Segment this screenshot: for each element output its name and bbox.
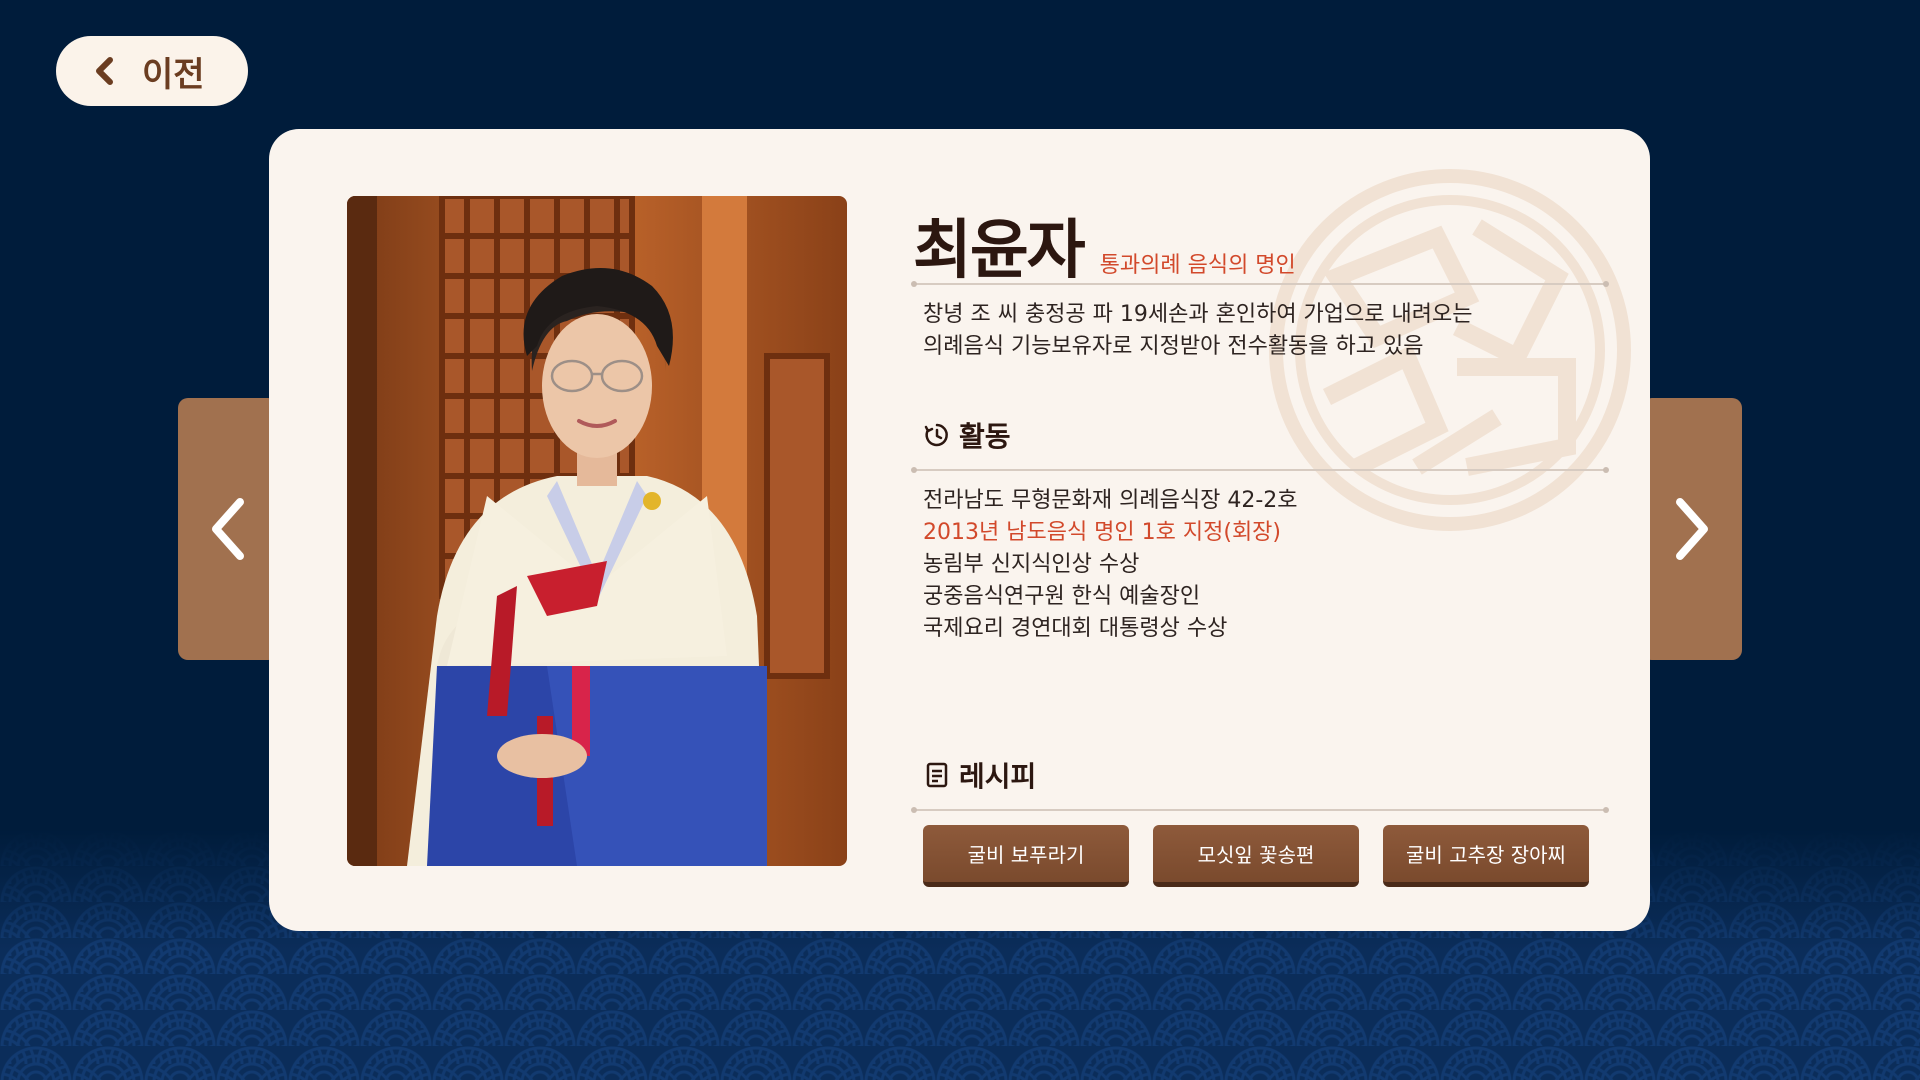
activities-list: 전라남도 무형문화재 의례음식장 42-2호 2013년 남도음식 명인 1호 … [923,485,1613,645]
master-title: 통과의례 음식의 명인 [1099,253,1296,278]
intro-line: 의례음식 기능보유자로 지정받아 전수활동을 하고 있음 [923,334,1424,359]
recipe-button[interactable]: 모싯잎 꽃송편 [1153,825,1359,887]
profile-info: 최윤자 통과의례 음식의 명인 창녕 조 씨 충정공 파 19세손과 혼인하여 … [911,199,1613,887]
recipe-button[interactable]: 굴비 보푸라기 [923,825,1129,887]
previous-arrow-button[interactable] [178,398,278,660]
intro-text: 창녕 조 씨 충정공 파 19세손과 혼인하여 가업으로 내려오는 의례음식 기… [923,299,1613,363]
activity-item: 국제요리 경연대회 대통령상 수상 [923,616,1228,641]
recipes-heading-label: 레시피 [959,760,1037,793]
chevron-right-icon [1676,498,1708,560]
activities-heading: 활동 [923,415,1613,455]
activity-item: 전라남도 무형문화재 의례음식장 42-2호 [923,488,1298,513]
intro-line: 창녕 조 씨 충정공 파 19세손과 혼인하여 가업으로 내려오는 [923,302,1473,327]
chevron-left-icon [92,57,118,85]
back-button-label: 이전 [142,54,205,95]
recipe-buttons: 굴비 보푸라기 모싯잎 꽃송편 굴비 고추장 장아찌 [923,825,1613,887]
activity-item: 궁중음식연구원 한식 예술장인 [923,584,1201,609]
chevron-left-icon [212,498,244,560]
divider [911,807,1609,813]
activity-item: 농림부 신지식인상 수상 [923,552,1140,577]
profile-card: 최윤자 통과의례 음식의 명인 창녕 조 씨 충정공 파 19세손과 혼인하여 … [269,129,1650,931]
master-name: 최윤자 [913,214,1086,288]
recipes-heading: 레시피 [923,755,1613,795]
activities-heading-label: 활동 [959,420,1011,453]
recipe-button[interactable]: 굴비 고추장 장아찌 [1383,825,1589,887]
next-arrow-button[interactable] [1642,398,1742,660]
back-button[interactable]: 이전 [56,36,248,106]
clock-history-icon [924,423,948,447]
name-row: 최윤자 통과의례 음식의 명인 [913,199,1613,288]
portrait-photo [347,196,847,866]
divider [911,281,1609,287]
activity-item-highlight: 2013년 남도음식 명인 1호 지정(회장) [923,520,1282,545]
divider [911,467,1609,473]
document-icon [926,762,948,788]
